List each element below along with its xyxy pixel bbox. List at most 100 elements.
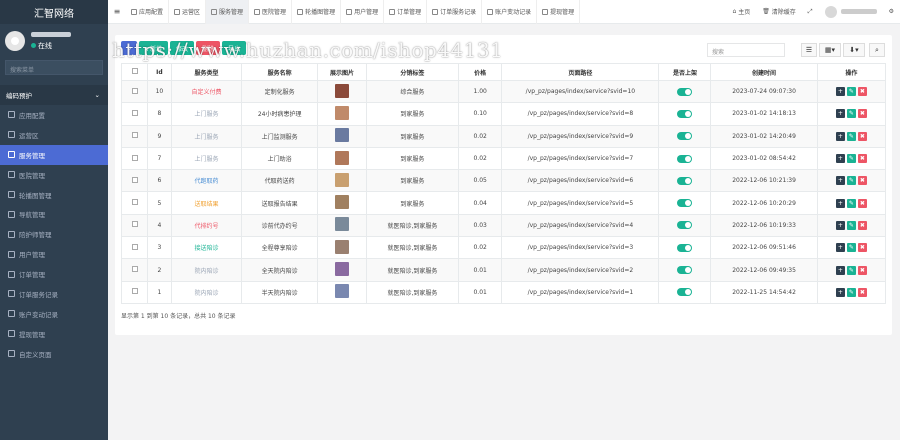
table-row[interactable]: 9 上门服务 上门监测服务 到家服务 0.02/vp_pz/pages/index/se… (121, 124, 887, 148)
row-checkbox[interactable] (121, 79, 148, 104)
row-checkbox[interactable] (121, 102, 148, 126)
edit-pencil-icon[interactable]: ✎ (846, 131, 856, 141)
table-row[interactable]: 8 上门服务 24小时病患护理 到家服务 0.10/vp_pz/pages/index/… (121, 102, 887, 126)
listed-toggle[interactable] (677, 266, 693, 275)
view-plus-icon[interactable]: + (835, 198, 845, 208)
listed-toggle[interactable] (677, 132, 693, 141)
add-button[interactable]: +新增 (139, 41, 169, 55)
table-row[interactable]: 5 送取结果 送取报告结果 到家服务 0.04/vp_pz/pages/index/se… (121, 191, 887, 215)
cell-listed[interactable] (658, 146, 712, 171)
cell-image[interactable] (317, 124, 367, 148)
cell-listed[interactable] (658, 124, 712, 148)
sidebar-item[interactable]: 陪护师管理 (0, 224, 108, 244)
export-button[interactable]: 导出 (222, 41, 247, 55)
edit-pencil-icon[interactable]: ✎ (846, 109, 856, 119)
cell-listed[interactable] (658, 102, 712, 126)
service-thumbnail[interactable] (334, 284, 349, 299)
cell-listed[interactable] (658, 236, 712, 260)
service-thumbnail[interactable] (334, 195, 349, 210)
cell-listed[interactable] (658, 169, 712, 193)
cell-image[interactable] (317, 102, 367, 126)
cell-image[interactable] (317, 213, 367, 238)
sidebar-item[interactable]: 账户变动记录 (0, 304, 108, 324)
edit-pencil-icon[interactable]: ✎ (846, 198, 856, 208)
edit-pencil-icon[interactable]: ✎ (846, 287, 856, 297)
service-thumbnail[interactable] (334, 217, 349, 232)
listed-toggle[interactable] (677, 154, 693, 163)
fullscreen-icon[interactable]: ⤢ (802, 0, 819, 24)
user-panel[interactable]: 在线 (0, 24, 108, 58)
delete-trash-icon[interactable]: ✖ (857, 154, 867, 164)
view-plus-icon[interactable]: + (835, 220, 845, 230)
table-row[interactable]: 7 上门服务 上门助浴 到家服务 0.02/vp_pz/pages/index/serv… (121, 146, 887, 171)
service-thumbnail[interactable] (334, 83, 349, 98)
listed-toggle[interactable] (677, 176, 693, 185)
view-plus-icon[interactable]: + (835, 265, 845, 275)
delete-trash-icon[interactable]: ✖ (857, 131, 867, 141)
row-checkbox[interactable] (121, 191, 148, 215)
row-checkbox[interactable] (121, 258, 148, 282)
delete-trash-icon[interactable]: ✖ (857, 109, 867, 119)
cell-image[interactable] (317, 79, 367, 104)
tab[interactable]: 订单服务记录 (427, 0, 483, 24)
tab[interactable]: 轮播图管理 (292, 0, 342, 24)
tab[interactable]: 用户管理 (341, 0, 385, 24)
view-plus-icon[interactable]: + (835, 176, 845, 186)
row-checkbox[interactable] (121, 213, 148, 238)
delete-trash-icon[interactable]: ✖ (857, 198, 867, 208)
avatar[interactable] (5, 31, 25, 51)
select-all-checkbox[interactable] (121, 63, 148, 81)
cell-image[interactable] (317, 169, 367, 193)
table-row[interactable]: 2 院内陪诊 全天院内陪诊 就医陪诊,到家服务 0.01/vp_pz/pages/ind… (121, 258, 887, 282)
tab[interactable]: 账户变动记录 (482, 0, 538, 24)
cell-listed[interactable] (658, 213, 712, 238)
tab[interactable]: 应用配置 (126, 0, 170, 24)
row-checkbox[interactable] (121, 124, 148, 148)
edit-pencil-icon[interactable]: ✎ (846, 265, 856, 275)
delete-trash-icon[interactable]: ✖ (857, 265, 867, 275)
table-row[interactable]: 3 接送陪诊 全程尊享陪诊 就医陪诊,到家服务 0.02/vp_pz/pages/ind… (121, 236, 887, 260)
edit-pencil-icon[interactable]: ✎ (846, 243, 856, 253)
delete-trash-icon[interactable]: ✖ (857, 243, 867, 253)
cell-listed[interactable] (658, 280, 712, 304)
tab[interactable]: 提现管理 (537, 0, 581, 24)
table-row[interactable]: 4 代排约号 诊前代办约号 就医陪诊,到家服务 0.03/vp_pz/pages/ind… (121, 213, 887, 238)
service-thumbnail[interactable] (334, 150, 349, 165)
service-thumbnail[interactable] (334, 172, 349, 187)
table-row[interactable]: 10 自定义付费 定制化服务 综合服务 1.00/vp_pz/pages/index/s… (121, 79, 887, 104)
view-plus-icon[interactable]: + (835, 87, 845, 97)
view-plus-icon[interactable]: + (835, 131, 845, 141)
edit-pencil-icon[interactable]: ✎ (846, 87, 856, 97)
sidebar-item[interactable]: 应用配置 (0, 105, 108, 125)
cell-listed[interactable] (658, 258, 712, 282)
cell-image[interactable] (317, 236, 367, 260)
listed-toggle[interactable] (677, 243, 693, 252)
sidebar-group-header[interactable]: 编码预护 ⌄ (0, 85, 108, 105)
service-thumbnail[interactable] (334, 105, 349, 120)
table-row[interactable]: 6 代跑取药 代取药送药 到家服务 0.05/vp_pz/pages/index/ser… (121, 169, 887, 193)
sidebar-item[interactable]: 导航管理 (0, 204, 108, 224)
listed-toggle[interactable] (677, 288, 693, 297)
cell-image[interactable] (317, 258, 367, 282)
clear-cache-link[interactable]: 🗑 清除缓存 (756, 0, 802, 24)
columns-dropdown-icon[interactable]: ▦▾ (819, 43, 841, 57)
sidebar-item[interactable]: 医院管理 (0, 165, 108, 185)
listed-toggle[interactable] (677, 109, 693, 118)
sidebar-item[interactable]: 订单管理 (0, 264, 108, 284)
tab[interactable]: 服务管理 (206, 0, 250, 24)
tab[interactable]: 医院管理 (249, 0, 293, 24)
view-plus-icon[interactable]: + (835, 109, 845, 119)
cell-listed[interactable] (658, 79, 712, 104)
delete-trash-icon[interactable]: ✖ (857, 220, 867, 230)
service-thumbnail[interactable] (334, 262, 349, 277)
delete-trash-icon[interactable]: ✖ (857, 287, 867, 297)
table-search-input[interactable]: 搜索 (707, 43, 785, 57)
delete-trash-icon[interactable]: ✖ (857, 87, 867, 97)
user-menu[interactable] (819, 0, 883, 24)
row-checkbox[interactable] (121, 169, 148, 193)
home-link[interactable]: ⌂ 主页 (726, 0, 756, 24)
view-plus-icon[interactable]: + (835, 287, 845, 297)
search-icon[interactable]: ⌕ (869, 43, 885, 57)
sidebar-item[interactable]: 提现管理 (0, 324, 108, 344)
edit-pencil-icon[interactable]: ✎ (846, 176, 856, 186)
